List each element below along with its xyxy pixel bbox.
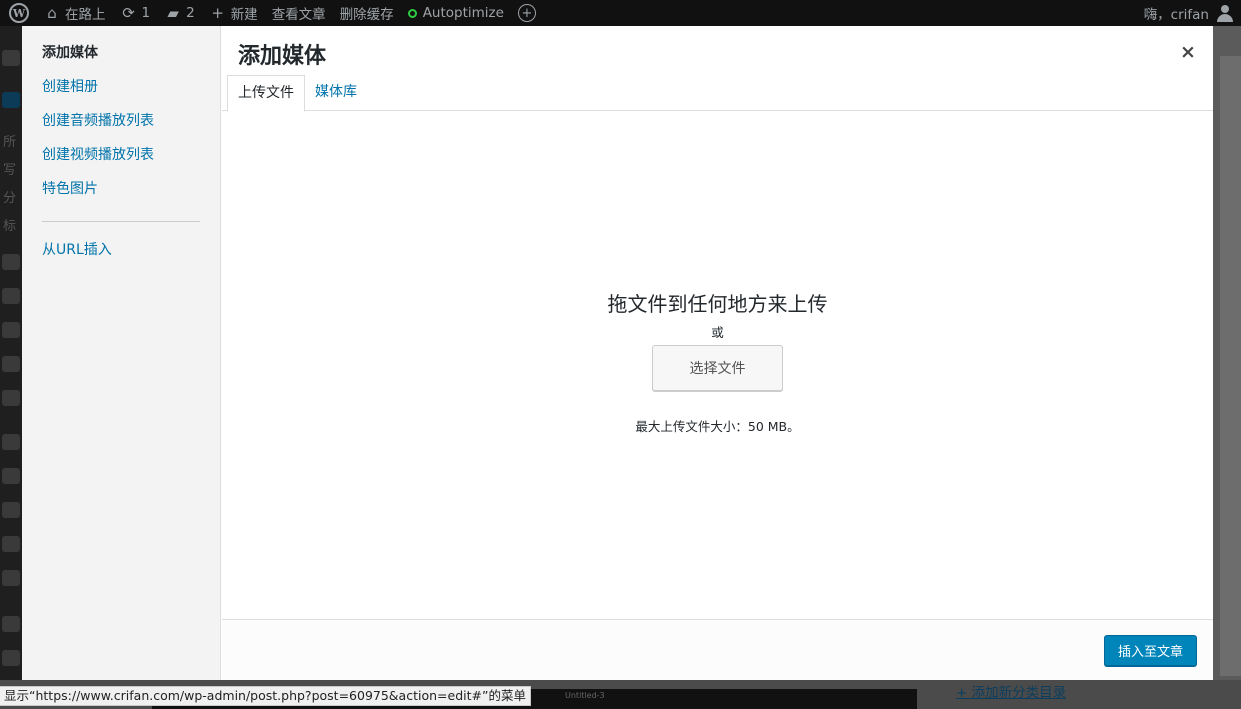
select-files-button[interactable]: 选择文件 [652, 345, 783, 391]
autoptimize-label: Autoptimize [422, 5, 504, 21]
appearance-icon [2, 434, 20, 450]
comments-count: 2 [186, 5, 195, 21]
media-modal: 添加媒体 创建相册 创建音频播放列表 创建视频播放列表 特色图片 从URL插入 … [22, 26, 1213, 680]
plugin-menu[interactable]: + [511, 0, 543, 26]
comments-icon [2, 356, 20, 372]
tools-icon [2, 536, 20, 552]
close-icon[interactable]: × [1177, 41, 1199, 63]
menu-create-video-playlist[interactable]: 创建视频播放列表 [22, 145, 220, 179]
users-icon [2, 502, 20, 518]
wordpress-icon: W [9, 3, 29, 23]
pages-icon [2, 322, 20, 338]
menu-text-fragment: 标 [3, 219, 17, 234]
my-account-menu[interactable]: 嗨，crifan [1144, 3, 1241, 23]
links-icon [2, 288, 20, 304]
autoptimize-menu[interactable]: Autoptimize [401, 0, 511, 26]
max-upload-size: 最大上传文件大小：50 MB。 [635, 419, 800, 434]
media-tabs: 上传文件 媒体库 [222, 75, 1213, 112]
insert-into-post-button[interactable]: 插入至文章 [1104, 635, 1197, 666]
media-menu: 添加媒体 创建相册 创建音频播放列表 创建视频播放列表 特色图片 从URL插入 [22, 26, 221, 680]
greeting: 嗨，crifan [1143, 7, 1209, 23]
add-category-link[interactable]: + 添加新分类目录 [956, 681, 1066, 701]
menu-create-gallery[interactable]: 创建相册 [22, 77, 220, 111]
media-toolbar: 插入至文章 [222, 619, 1213, 680]
updates-menu[interactable]: ⟳ 1 [113, 0, 158, 26]
refresh-icon: ⟳ [122, 4, 135, 22]
admin-side-menu: 所 写 分 标 [0, 26, 22, 709]
mail-icon [2, 390, 20, 406]
comments-menu[interactable]: ▰ 2 [157, 0, 202, 26]
media-frame: 添加媒体 × 上传文件 媒体库 拖文件到任何地方来上传 或 选择文件 最大上传文… [222, 26, 1213, 680]
dashboard-icon [2, 50, 20, 66]
updates-count: 1 [141, 5, 151, 21]
view-post-label: 查看文章 [271, 7, 326, 23]
menu-text-fragment: 分 [3, 191, 17, 206]
plus-circle-icon: + [517, 4, 536, 22]
menu-featured-image[interactable]: 特色图片 [22, 179, 220, 213]
modal-title: 添加媒体 [238, 44, 327, 69]
page-backdrop-panel [1220, 56, 1241, 676]
view-post-link[interactable]: 查看文章 [265, 0, 333, 26]
drop-instructions: 拖文件到任何地方来上传 [607, 292, 828, 316]
new-content-menu[interactable]: + 新建 [202, 0, 265, 26]
new-label: 新建 [230, 7, 258, 23]
menu-text-fragment: 写 [3, 163, 17, 178]
settings-icon [2, 570, 20, 586]
admin-bar: W ⌂ 在路上 ⟳ 1 ▰ 2 + 新建 查看文章 删除缓存 Autoptimi… [0, 0, 1241, 26]
menu-add-media[interactable]: 添加媒体 [22, 43, 220, 77]
media-icon [2, 254, 20, 270]
untitled-label: Untitled-3 [565, 691, 605, 700]
browser-status-bar: 显示“https://www.crifan.com/wp-admin/post.… [0, 686, 531, 706]
site-name: 在路上 [65, 7, 106, 23]
menu-text-fragment: 所 [3, 135, 17, 150]
menu-separator [42, 221, 200, 222]
or-label: 或 [711, 325, 724, 340]
home-icon: ⌂ [47, 4, 57, 22]
site-name-menu[interactable]: ⌂ 在路上 [36, 0, 113, 26]
clear-cache-label: 删除缓存 [339, 7, 394, 23]
wordpress-logo-menu[interactable]: W [0, 0, 36, 26]
menu-create-audio-playlist[interactable]: 创建音频播放列表 [22, 111, 220, 145]
gear-icon [2, 616, 20, 632]
menu-insert-from-url[interactable]: 从URL插入 [22, 240, 220, 274]
status-circle-icon [407, 8, 417, 18]
tab-media-library[interactable]: 媒体库 [305, 75, 367, 111]
plus-icon: + [211, 4, 224, 22]
comment-icon: ▰ [167, 4, 179, 22]
upload-drop-zone[interactable]: 拖文件到任何地方来上传 或 选择文件 最大上传文件大小：50 MB。 [222, 112, 1213, 619]
collapse-icon [2, 650, 20, 666]
plugins-icon [2, 468, 20, 484]
tab-upload-files[interactable]: 上传文件 [227, 75, 305, 112]
clear-cache-link[interactable]: 删除缓存 [333, 0, 401, 26]
pin-icon [2, 92, 20, 108]
user-avatar-icon [1217, 4, 1233, 22]
